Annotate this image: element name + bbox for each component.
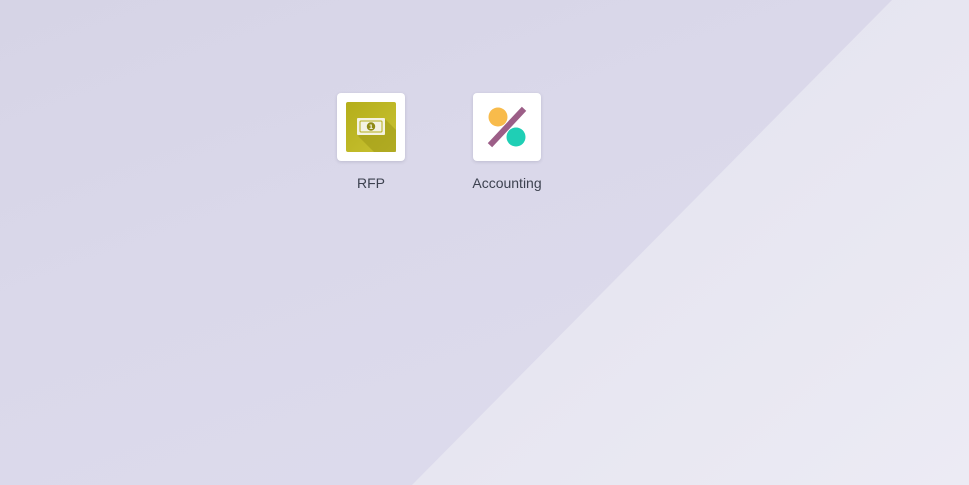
accounting-percent-icon xyxy=(487,106,527,148)
app-label-accounting: Accounting xyxy=(472,175,542,191)
money-bill-icon: 1 xyxy=(346,102,396,152)
app-grid: 1 RFP Accounting xyxy=(0,93,969,213)
background xyxy=(0,0,969,485)
app-rfp[interactable]: 1 RFP xyxy=(321,93,421,191)
svg-text:1: 1 xyxy=(369,123,374,131)
app-tile[interactable]: 1 xyxy=(337,93,405,161)
app-accounting[interactable]: Accounting xyxy=(457,93,557,191)
app-tile[interactable] xyxy=(473,93,541,161)
app-label-rfp: RFP xyxy=(357,175,385,191)
